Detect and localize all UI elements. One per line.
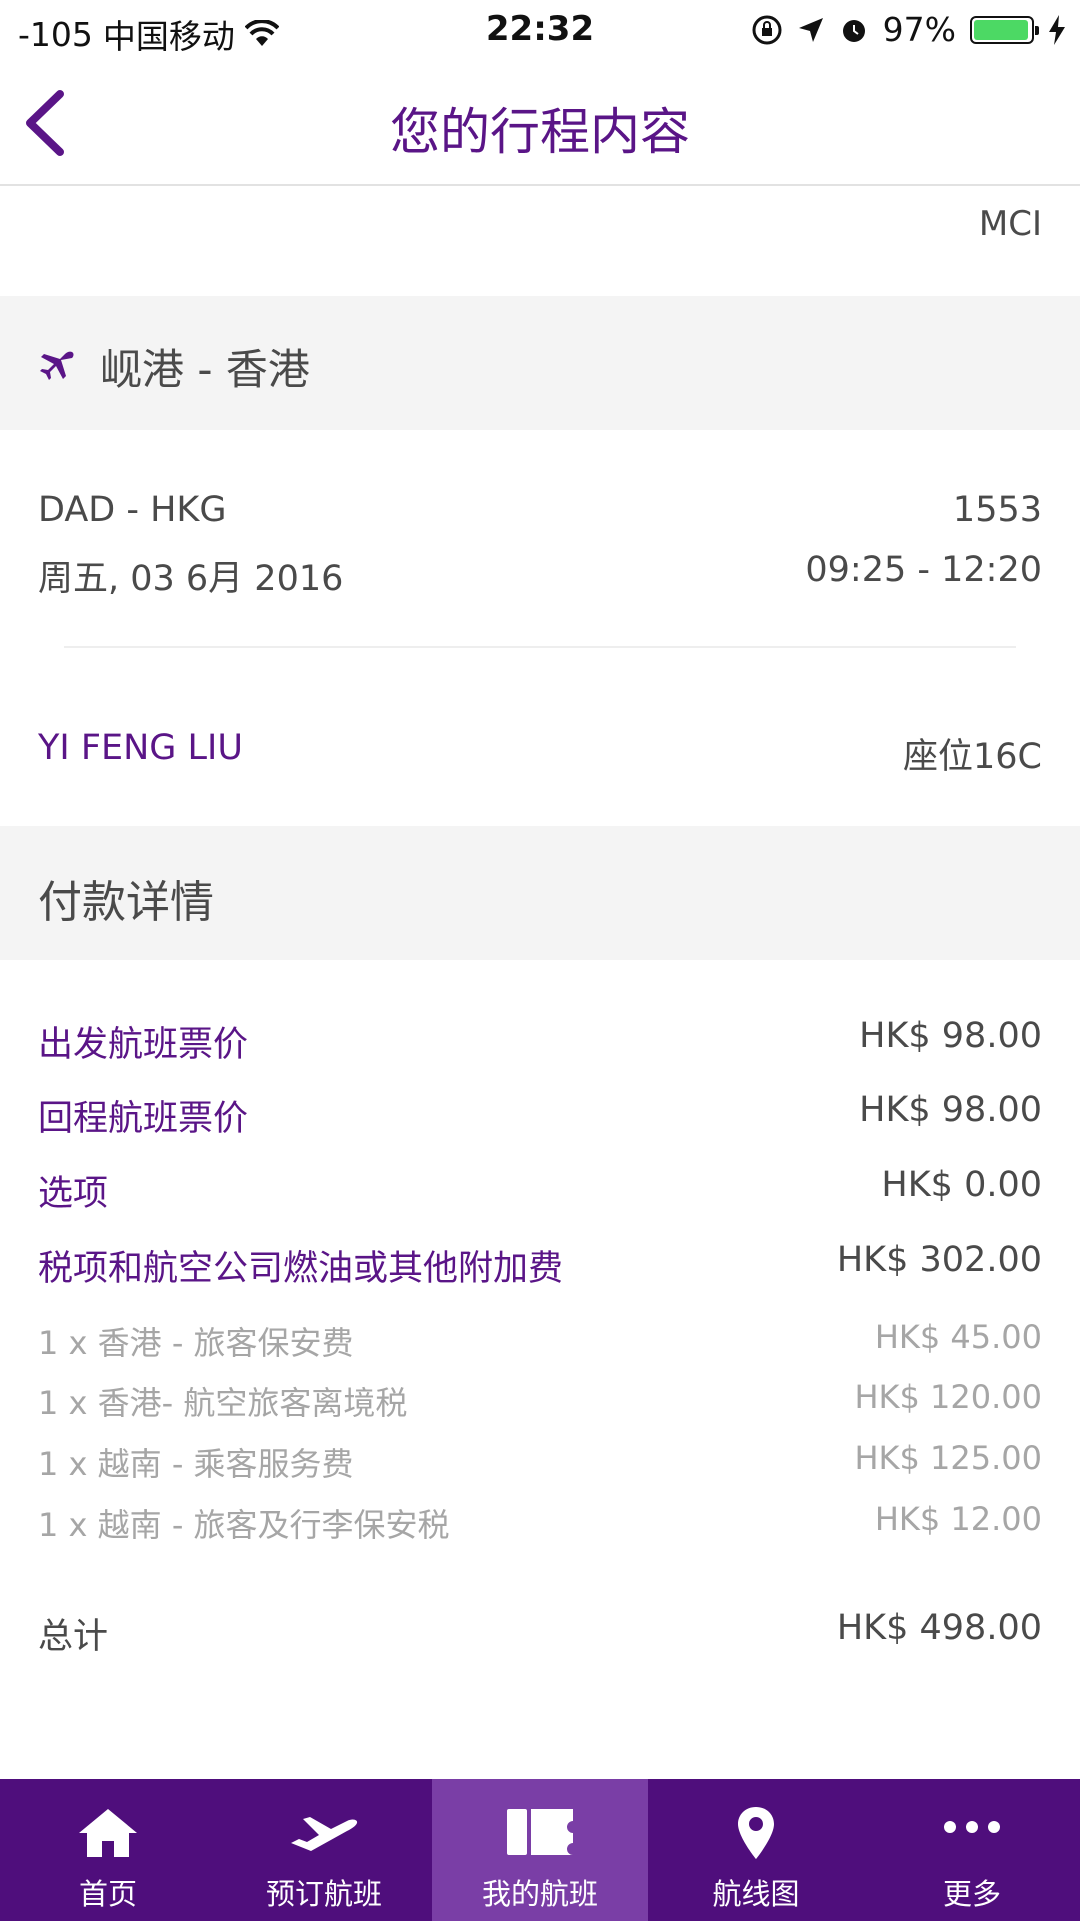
status-bar: -105 中国移动 22:32 97% [0, 0, 1080, 58]
rotation-lock-icon [752, 15, 782, 44]
tax-value: HK$ 120.00 [854, 1378, 1042, 1416]
tax-value: HK$ 45.00 [874, 1318, 1042, 1356]
home-icon [79, 1809, 137, 1857]
total-label: 总计 [38, 1617, 109, 1657]
battery-percent: 97% [882, 10, 956, 49]
map-pin-icon [738, 1807, 774, 1859]
flight-details: DAD - HKG 1553 周五, 03 6月 2016 09:25 - 12… [0, 430, 1080, 826]
page-title: 您的行程内容 [390, 103, 690, 161]
passenger-name[interactable]: YI FENG LIU [38, 728, 243, 768]
tab-more[interactable]: 更多 [864, 1779, 1080, 1921]
total-value: HK$ 498.00 [836, 1608, 1042, 1648]
fare-value: HK$ 0.00 [881, 1165, 1042, 1205]
more-dots-icon [944, 1821, 1000, 1833]
airplane-icon [40, 351, 74, 380]
tab-label: 首页 [78, 1877, 137, 1911]
tax-value: HK$ 12.00 [874, 1500, 1042, 1538]
tax-label: 1 x 香港 - 旅客保安费 [38, 1324, 354, 1362]
previous-segment-tail: MCI [0, 186, 1080, 296]
flight-date: 周五, 03 6月 2016 [38, 559, 344, 599]
fare-label: 出发航班票价 [38, 1025, 249, 1065]
flight-number: 1553 [952, 490, 1042, 530]
tab-home[interactable]: 首页 [0, 1779, 216, 1921]
fare-value: HK$ 98.00 [859, 1090, 1042, 1130]
payment-title: 付款详情 [38, 877, 214, 928]
route-title: 岘港 - 香港 [100, 345, 310, 394]
fare-row[interactable]: 税项和航空公司燃油或其他附加费 HK$ 302.00 [38, 1240, 1042, 1291]
tab-label: 预订航班 [265, 1877, 382, 1911]
fare-row[interactable]: 出发航班票价 HK$ 98.00 [38, 1016, 1042, 1067]
payment-header: 付款详情 [0, 826, 1080, 960]
route-codes: DAD - HKG [38, 490, 227, 530]
alarm-icon [842, 19, 865, 42]
tax-label: 1 x 越南 - 旅客及行李保安税 [38, 1506, 450, 1544]
flight-time: 09:25 - 12:20 [805, 550, 1042, 590]
tab-route-map[interactable]: 航线图 [648, 1779, 864, 1921]
total-row: 总计 HK$ 498.00 [38, 1608, 1042, 1659]
tab-bar: 首页 预订航班 我的航班 航线图 更多 [0, 1779, 1080, 1921]
tax-label: 1 x 越南 - 乘客服务费 [38, 1445, 354, 1483]
charging-bolt-icon [1049, 14, 1065, 45]
tab-label: 更多 [942, 1877, 1001, 1911]
tab-label: 我的航班 [481, 1877, 598, 1911]
fare-label: 选项 [38, 1174, 109, 1214]
airport-code: MCI [978, 204, 1042, 244]
fare-row[interactable]: 回程航班票价 HK$ 98.00 [38, 1090, 1042, 1141]
navigation-bar: 您的行程内容 [0, 58, 1080, 186]
fare-label: 税项和航空公司燃油或其他附加费 [38, 1249, 564, 1289]
route-header: 岘港 - 香港 [0, 296, 1080, 430]
location-arrow-icon [798, 17, 823, 42]
fare-row[interactable]: 选项 HK$ 0.00 [38, 1165, 1042, 1216]
ticket-icon [507, 1809, 573, 1855]
battery-icon [970, 15, 1039, 44]
fare-label: 回程航班票价 [38, 1099, 249, 1139]
payment-details: 出发航班票价 HK$ 98.00 回程航班票价 HK$ 98.00 选项 HK$… [0, 960, 1080, 1704]
tab-my-flights[interactable]: 我的航班 [432, 1779, 648, 1921]
tax-row: 1 x 越南 - 乘客服务费 HK$ 125.00 [38, 1439, 1042, 1485]
seat-assignment: 座位16C [903, 737, 1042, 777]
tax-row: 1 x 香港- 航空旅客离境税 HK$ 120.00 [38, 1378, 1042, 1424]
fare-value: HK$ 98.00 [859, 1016, 1042, 1056]
tax-row: 1 x 香港 - 旅客保安费 HK$ 45.00 [38, 1318, 1042, 1364]
tax-label: 1 x 香港- 航空旅客离境税 [38, 1384, 408, 1422]
tab-book-flight[interactable]: 预订航班 [216, 1779, 432, 1921]
fare-value: HK$ 302.00 [836, 1240, 1042, 1280]
tab-label: 航线图 [712, 1877, 800, 1911]
tax-row: 1 x 越南 - 旅客及行李保安税 HK$ 12.00 [38, 1500, 1042, 1546]
divider [64, 646, 1016, 648]
battery-level [974, 19, 1029, 40]
airplane-icon [291, 1817, 358, 1851]
tax-value: HK$ 125.00 [854, 1439, 1042, 1477]
